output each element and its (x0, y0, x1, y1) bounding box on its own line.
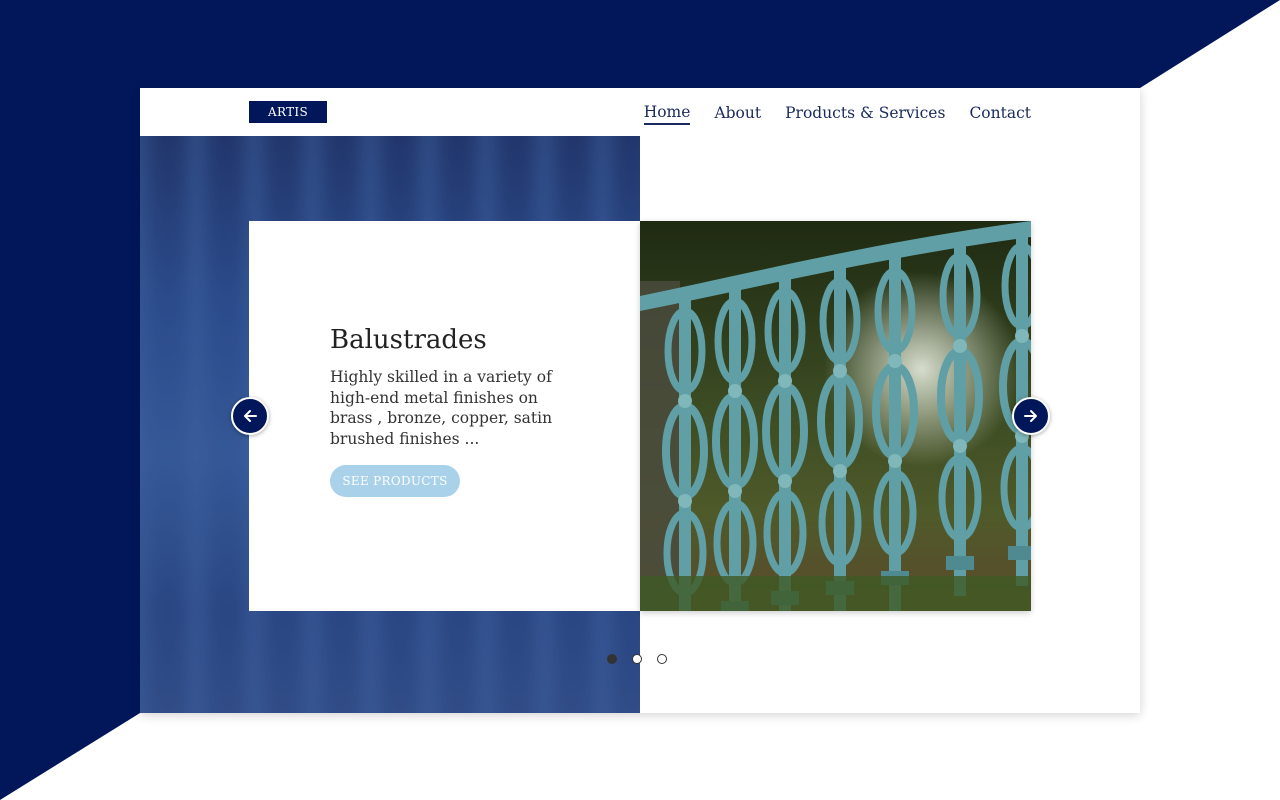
nav-about[interactable]: About (714, 102, 761, 124)
slider-pagination (607, 654, 667, 664)
slide-text-panel: Balustrades Highly skilled in a variety … (249, 221, 640, 611)
slide-description: Highly skilled in a variety of high-end … (330, 368, 553, 448)
nav-products-services[interactable]: Products & Services (785, 102, 945, 124)
slider-dot-1[interactable] (607, 654, 617, 664)
arrow-left-icon (244, 410, 257, 422)
slider-dot-3[interactable] (657, 654, 667, 664)
arrow-right-icon (1024, 410, 1037, 422)
website-card: ARTIS Home About Products & Services Con… (140, 88, 1140, 713)
next-slide-button[interactable] (1012, 397, 1050, 435)
logo[interactable]: ARTIS (249, 101, 327, 123)
slider-dot-2[interactable] (632, 654, 642, 664)
balustrade-image (640, 221, 1031, 611)
nav-home[interactable]: Home (643, 101, 691, 125)
page: ARTIS Home About Products & Services Con… (0, 0, 1280, 800)
nav-contact[interactable]: Contact (969, 102, 1031, 124)
main-nav: Home About Products & Services Contact (643, 101, 1031, 125)
slide-title: Balustrades (330, 325, 487, 355)
previous-slide-button[interactable] (231, 397, 269, 435)
see-products-button[interactable]: SEE PRODUCTS (330, 465, 460, 497)
slide-image (640, 221, 1031, 611)
